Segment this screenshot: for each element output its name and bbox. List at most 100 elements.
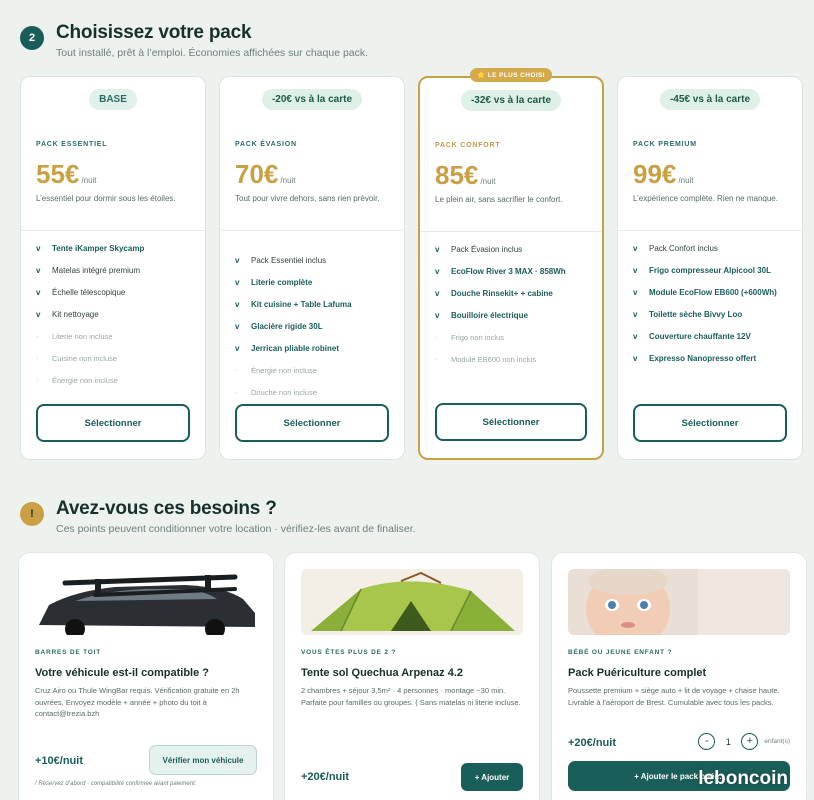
price-unit: /nuit [678,176,694,185]
pack-description: L’essentiel pour dormir sous les étoiles… [36,194,176,203]
check-icon: v [633,309,638,319]
excluded-marker-icon: · [235,365,238,375]
feature-text: Échelle télescopique [52,287,126,297]
children-stepper: - 1 + enfant(s) [698,733,790,750]
feature-text: Pack Confort inclus [649,243,718,253]
feature-text: Module EB600 non inclus [451,354,537,364]
feature-item: v Frigo compresseur Alpicool 30L [633,259,792,281]
feature-item: v Toilette sèche Bivvy Loo [633,303,792,325]
need-tag: BÉBÉ OU JEUNE ENFANT ? [568,649,673,656]
feature-text: Matelas intégré premium [52,265,141,275]
check-icon: v [633,243,638,253]
need-description: Cruz Airo ou Thule WingBar requis. Vérif… [35,686,240,719]
select-pack-button[interactable]: Sélectionner [435,403,587,441]
check-icon: v [235,321,240,331]
feature-text: Pack Essentiel inclus [251,255,327,265]
check-icon: v [235,255,240,265]
feature-item: v Bouilloire électrique [435,304,592,326]
check-icon: v [435,266,440,276]
need-description: 2 chambres + séjour 3,5m² · 4 personnes … [301,686,521,707]
select-pack-button[interactable]: Sélectionner [235,404,389,442]
feature-item: v Pack Essentiel inclus [235,249,394,271]
price-unit: /nuit [480,177,496,186]
pack-price: 85€ /nuit [435,160,496,191]
feature-text: Expresso Nanopresso offert [649,353,757,363]
feature-item: v Expresso Nanopresso offert [633,347,792,369]
feature-text: Kit nettoyage [52,309,99,319]
feature-item: v Jerrican pliable robinet [235,337,394,359]
check-icon: v [235,277,240,287]
pack-description: Le plein air, sans sacrifier le confort. [435,195,563,204]
feature-text: Frigo non inclus [451,332,504,342]
section-needs: ! Avez-vous ces besoins ? Ces points peu… [20,498,416,535]
excluded-marker-icon: · [235,387,238,397]
check-icon: v [435,310,440,320]
excluded-marker-icon: · [36,353,39,363]
feature-item: · Énergie non incluse [36,369,195,391]
feature-text: Cuisine non incluse [52,353,118,363]
check-icon: v [633,353,638,363]
savings-badge: -32€ vs à la carte [460,90,562,111]
check-icon: v [36,287,41,297]
feature-item: v Matelas intégré premium [36,259,195,281]
pack-card-header: -45€ vs à la carte PACK PREMIUM 99€ /nui… [618,77,802,231]
feature-text: Glacière rigide 30L [251,321,323,331]
pack-card-evasion: -20€ vs à la carte PACK ÉVASION 70€ /nui… [219,76,405,460]
feature-text: Jerrican pliable robinet [251,343,340,353]
price-unit: /nuit [280,176,296,185]
section-title: Choisissez votre pack [56,22,252,43]
excluded-marker-icon: · [435,332,438,342]
need-card-roof-bars: BARRES DE TOIT Votre véhicule est-il com… [18,552,274,800]
feature-list: v Pack Évasion inclus v EcoFlow River 3 MAX… [435,238,592,370]
feature-item: · Module EB600 non inclus [435,348,592,370]
need-tag: VOUS ÊTES PLUS DE 2 ? [301,649,397,656]
feature-text: Module EcoFlow EB600 (+600Wh) [649,287,777,297]
decrement-button[interactable]: - [698,733,716,750]
children-count: 1 [725,736,731,747]
pack-card-premium: -45€ vs à la carte PACK PREMIUM 99€ /nui… [617,76,803,460]
feature-text: Pack Évasion inclus [451,244,523,254]
section-subtitle: Tout installé, prêt à l’emploi. Économie… [56,47,369,59]
check-icon: v [435,244,440,254]
feature-item: v Literie complète [235,271,394,293]
pack-name: PACK CONFORT [435,142,501,149]
section-subtitle: Ces points peuvent conditionner votre lo… [56,523,416,535]
feature-text: Literie complète [251,277,313,287]
feature-text: EcoFlow River 3 MAX · 858Wh [451,266,566,276]
need-title: Pack Puériculture complet [568,667,707,679]
feature-item: v Douche Rinsekit+ + cabine [435,282,592,304]
pack-description: Tout pour vivre dehors, sans rien prévoi… [235,194,380,203]
need-card-tent: VOUS ÊTES PLUS DE 2 ? Tente sol Quechua … [284,552,540,800]
feature-item: v Échelle télescopique [36,281,195,303]
feature-item: · Frigo non inclus [435,326,592,348]
select-pack-button[interactable]: Sélectionner [36,404,190,442]
increment-button[interactable]: + [741,733,759,750]
feature-text: Frigo compresseur Alpicool 30L [649,265,771,275]
price-amount: 70€ [235,159,279,189]
feature-list: v Tente iKamper Skycamp v Matelas intégré p… [36,237,195,391]
select-pack-button[interactable]: Sélectionner [633,404,787,442]
feature-list: v Pack Confort inclus v Frigo compresseur A… [633,237,792,369]
pack-price: 99€ /nuit [633,159,694,190]
need-price: +20€/nuit [301,771,349,783]
add-tent-button[interactable]: + Ajouter [461,763,523,791]
pack-price: 70€ /nuit [235,159,296,190]
check-icon: v [633,331,638,341]
tent-image [301,569,523,635]
need-title: Votre véhicule est-il compatible ? [35,667,210,679]
feature-item: v Kit cuisine + Table Lafuma [235,293,394,315]
pack-badge: BASE [89,89,137,110]
feature-item: · Literie non incluse [36,325,195,347]
feature-text: Douche non incluse [251,387,317,397]
check-icon: v [633,265,638,275]
excluded-marker-icon: · [435,354,438,364]
check-icon: v [235,343,240,353]
savings-badge: -45€ vs à la carte [659,89,761,110]
need-title: Tente sol Quechua Arpenaz 4.2 [301,667,463,679]
check-icon: v [36,309,41,319]
pack-price: 55€ /nuit [36,159,97,190]
verify-vehicle-button[interactable]: Vérifier mon véhicule [149,745,257,775]
feature-item: v Pack Confort inclus [633,237,792,259]
feature-item: · Énergie non incluse [235,359,394,381]
feature-text: Énergie non incluse [251,365,317,375]
